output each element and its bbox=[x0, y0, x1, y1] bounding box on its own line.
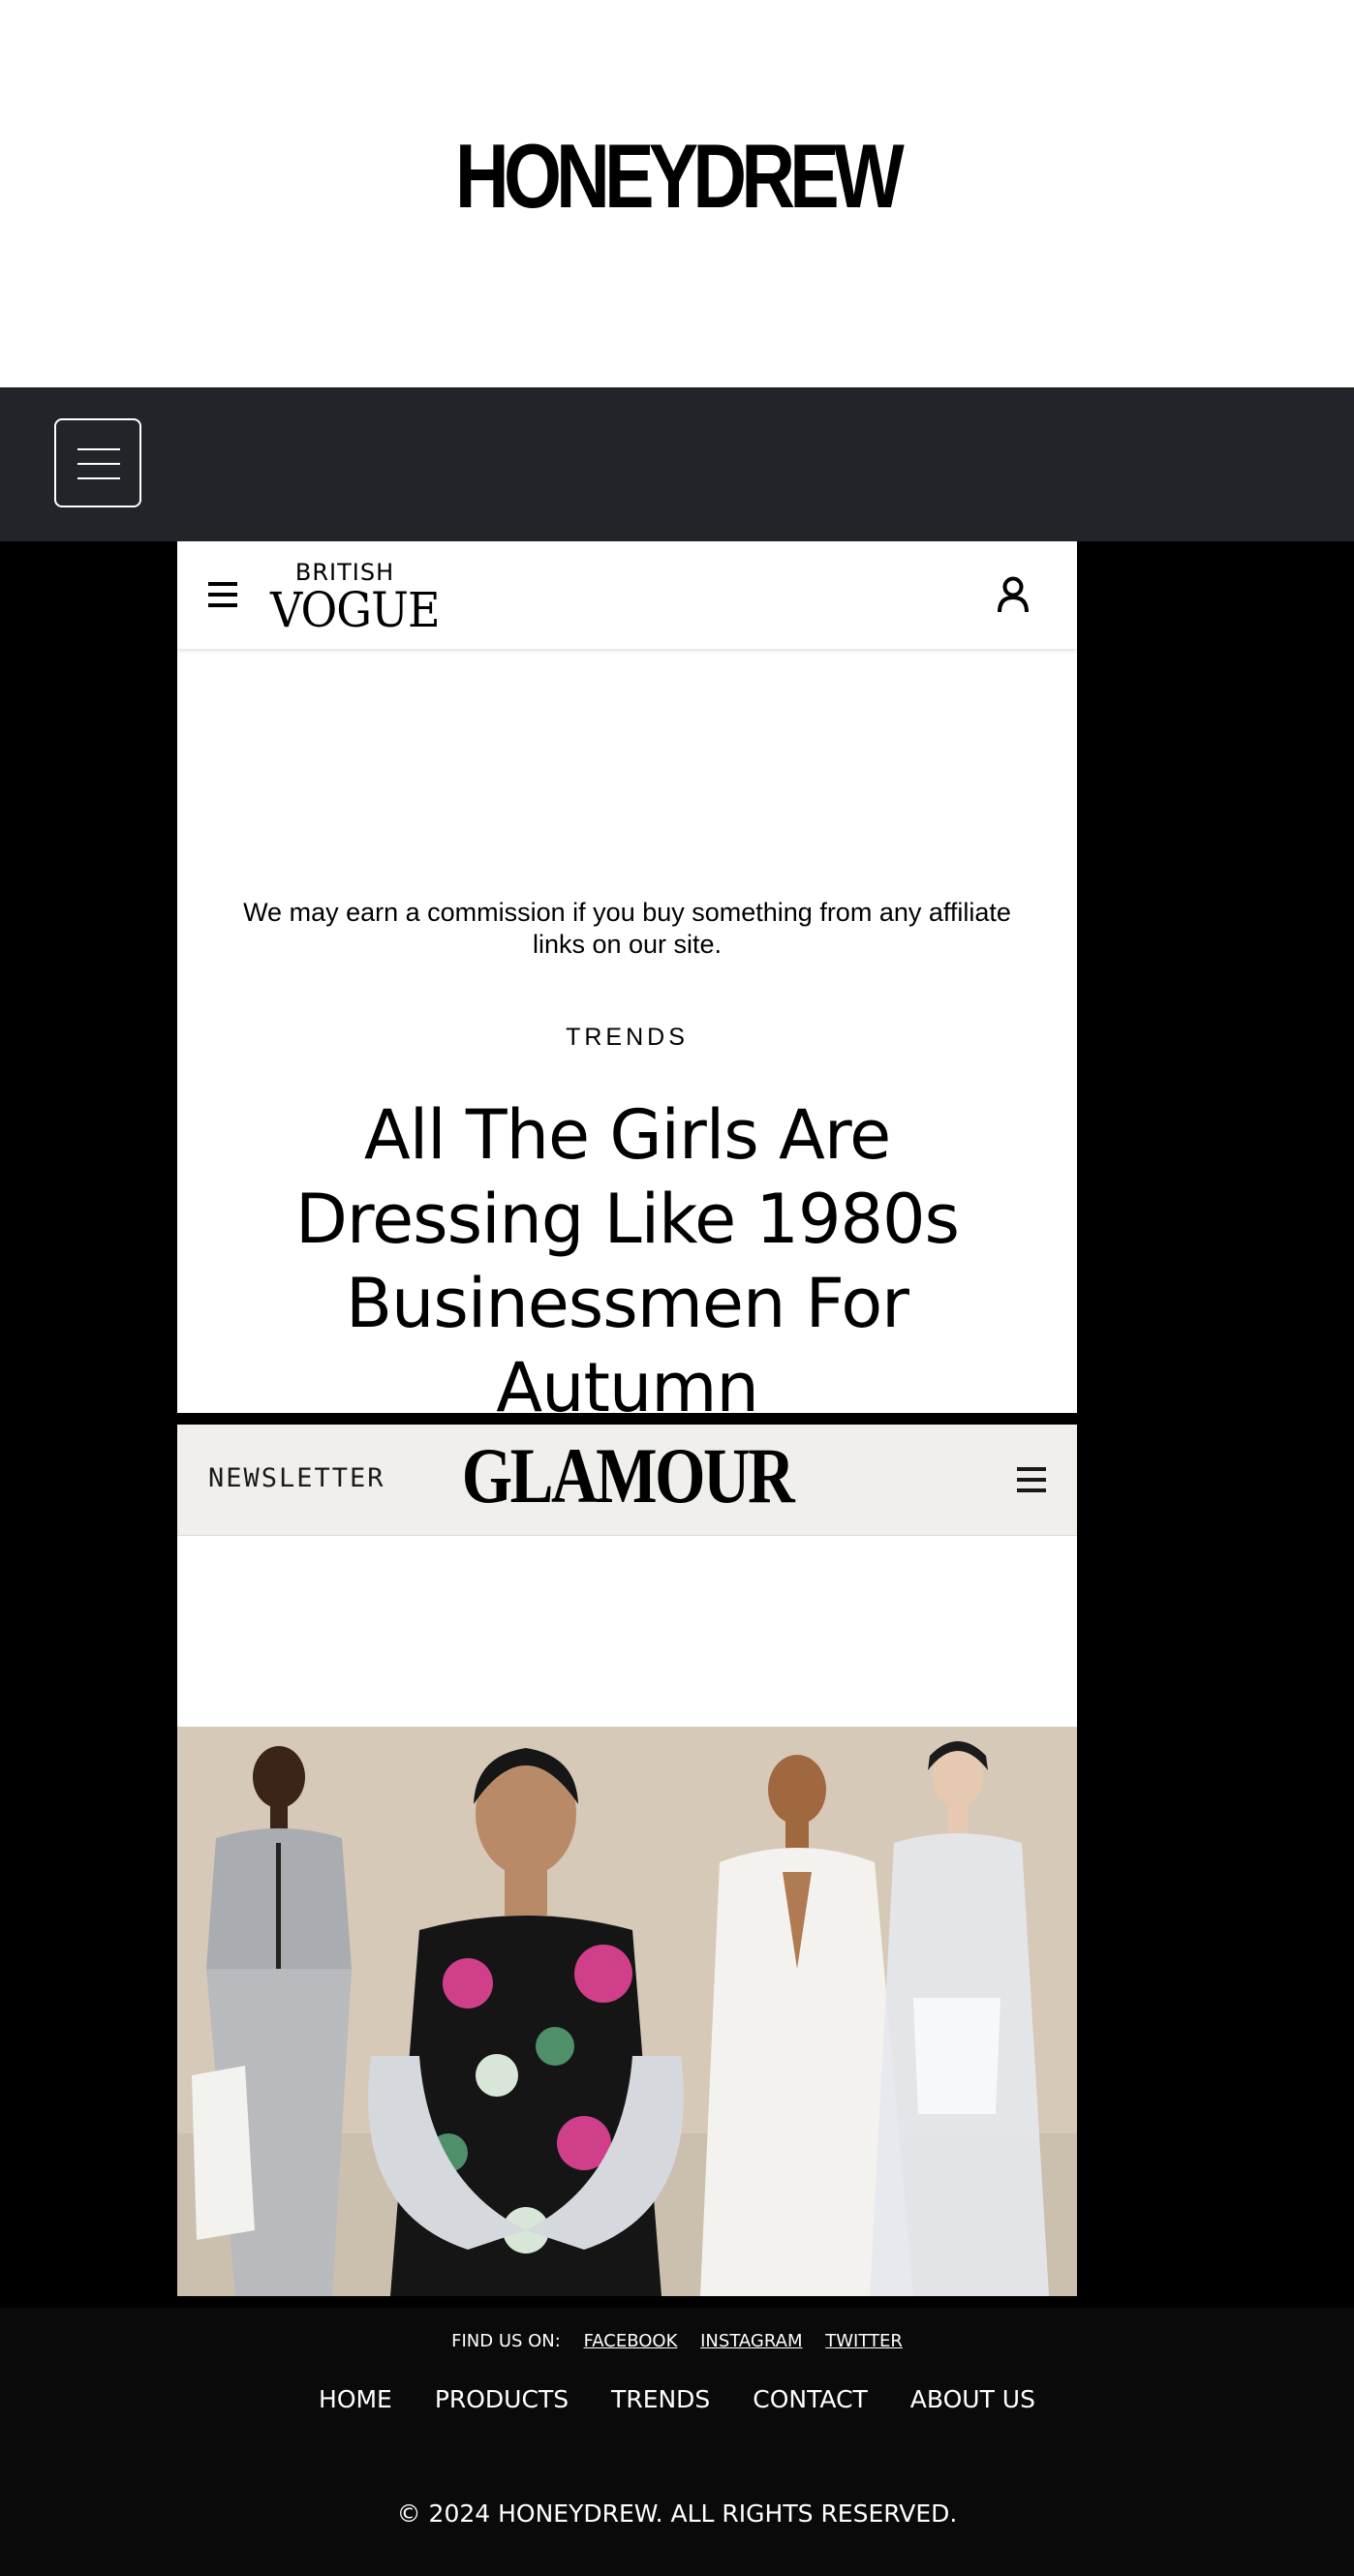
affiliate-disclaimer: We may earn a commission if you buy some… bbox=[243, 898, 1011, 959]
facebook-link[interactable]: FACEBOOK bbox=[584, 2331, 678, 2351]
footer-nav-home[interactable]: HOME bbox=[319, 2385, 392, 2413]
glamour-panel: NEWSLETTER GLAMOUR bbox=[177, 1425, 1077, 2296]
footer-nav: HOME PRODUCTS TRENDS CONTACT ABOUT US bbox=[0, 2385, 1354, 2413]
main-navbar bbox=[0, 387, 1354, 541]
site-footer: FIND US ON: FACEBOOK INSTAGRAM TWITTER H… bbox=[0, 2308, 1354, 2576]
menu-icon[interactable] bbox=[1017, 1467, 1046, 1492]
footer-nav-contact[interactable]: CONTACT bbox=[753, 2385, 868, 2413]
hero-image bbox=[177, 1727, 1077, 2296]
site-header: HONEYDREW bbox=[0, 0, 1354, 387]
copyright: © 2024 HONEYDREW. ALL RIGHTS RESERVED. bbox=[396, 2499, 958, 2528]
social-links: FIND US ON: FACEBOOK INSTAGRAM TWITTER bbox=[0, 2331, 1354, 2351]
vogue-logo[interactable]: VOGUE bbox=[270, 582, 441, 638]
article-headline: All The Girls Are Dressing Like 1980s Bu… bbox=[294, 1095, 960, 1413]
site-logo[interactable]: HONEYDREW bbox=[122, 131, 1232, 222]
runway-models-illustration bbox=[177, 1727, 1077, 2296]
twitter-link[interactable]: TWITTER bbox=[825, 2331, 903, 2351]
menu-toggle-button[interactable] bbox=[54, 418, 141, 507]
article-rubric[interactable]: TRENDS bbox=[177, 1024, 1077, 1052]
menu-icon[interactable] bbox=[208, 582, 237, 607]
footer-nav-products[interactable]: PRODUCTS bbox=[435, 2385, 569, 2413]
menu-icon-line bbox=[77, 448, 120, 450]
menu-icon-line bbox=[77, 477, 120, 479]
instagram-link[interactable]: INSTAGRAM bbox=[700, 2331, 802, 2351]
find-us-label: FIND US ON: bbox=[451, 2331, 561, 2351]
footer-nav-about[interactable]: ABOUT US bbox=[910, 2385, 1035, 2413]
glamour-logo[interactable]: GLAMOUR bbox=[259, 1436, 997, 1516]
glamour-header-bar: NEWSLETTER GLAMOUR bbox=[177, 1425, 1077, 1536]
menu-icon-line bbox=[77, 463, 120, 465]
vogue-header-bar: BRITISH VOGUE bbox=[177, 541, 1077, 649]
footer-nav-trends[interactable]: TRENDS bbox=[611, 2385, 710, 2413]
user-icon[interactable] bbox=[997, 576, 1030, 613]
vogue-article-panel: BRITISH VOGUE We may earn a commission i… bbox=[177, 541, 1077, 1413]
